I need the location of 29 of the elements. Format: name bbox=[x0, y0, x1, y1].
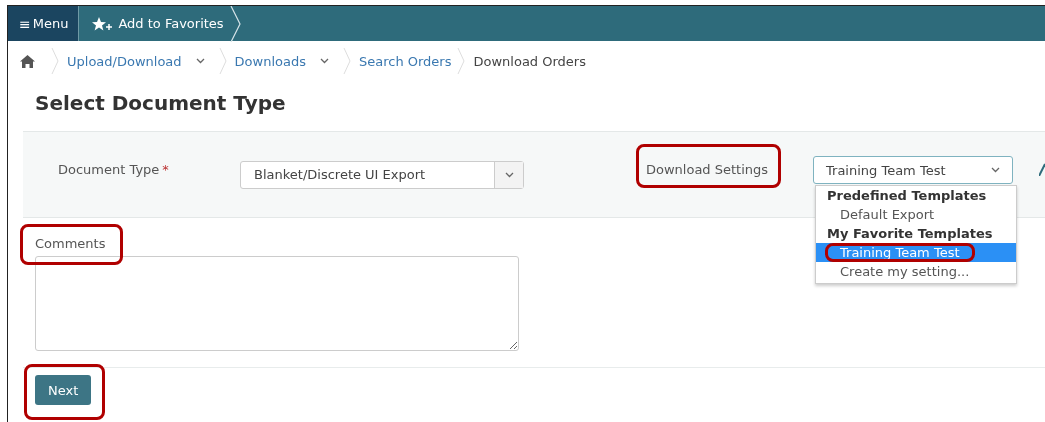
caret-icon bbox=[991, 167, 1000, 173]
breadcrumb-current: Download Orders bbox=[473, 53, 586, 69]
star-plus-icon bbox=[91, 15, 114, 32]
breadcrumb-link[interactable]: Downloads bbox=[234, 53, 306, 69]
home-icon bbox=[20, 54, 35, 68]
dropdown-option[interactable]: Default Export bbox=[816, 205, 1016, 224]
dropdown-option[interactable]: Create my setting... bbox=[816, 262, 1016, 281]
menu-button[interactable]: ≡Menu bbox=[8, 6, 80, 41]
breadcrumb-separator bbox=[218, 48, 227, 74]
breadcrumb-separator bbox=[342, 48, 351, 74]
pencil-icon bbox=[1039, 162, 1045, 176]
dropdown-group-label: Predefined Templates bbox=[826, 187, 988, 205]
document-type-select[interactable]: Blanket/Discrete UI Export bbox=[240, 160, 524, 189]
download-settings-select[interactable]: Training Team Test bbox=[813, 156, 1013, 184]
page-title: Select Document Type bbox=[35, 91, 287, 117]
dropdown-group-label: My Favorite Templates bbox=[826, 225, 994, 243]
dropdown-button[interactable] bbox=[494, 161, 523, 188]
field-label: Comments bbox=[35, 236, 107, 251]
caret-icon bbox=[504, 171, 514, 178]
comments-field[interactable] bbox=[35, 256, 519, 351]
add-to-favorites-button[interactable]: Add to Favorites bbox=[79, 6, 230, 41]
next-button[interactable]: Next bbox=[35, 375, 92, 405]
field-label: Document Type * bbox=[58, 162, 170, 177]
breadcrumb-link[interactable]: Search Orders bbox=[358, 53, 452, 69]
breadcrumb-link[interactable]: Upload/Download bbox=[67, 53, 182, 69]
field-label: Download Settings bbox=[646, 162, 770, 177]
breadcrumb-separator bbox=[51, 48, 59, 74]
breadcrumb-separator bbox=[457, 48, 466, 74]
chevron-divider bbox=[229, 6, 242, 42]
